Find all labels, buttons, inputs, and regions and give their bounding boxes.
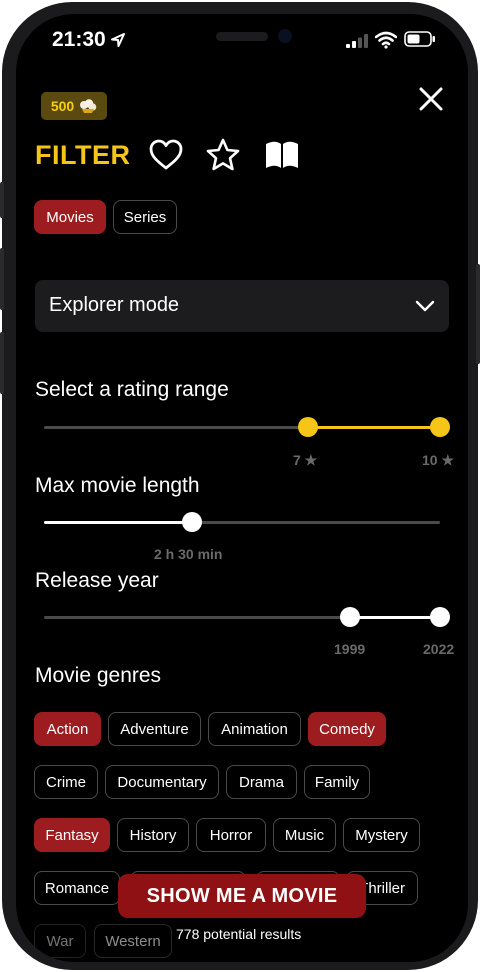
coins-badge[interactable]: 500	[41, 92, 107, 120]
show-movie-button[interactable]: SHOW ME A MOVIE	[118, 874, 366, 918]
rating-title: Select a rating range	[35, 378, 229, 401]
year-min-handle[interactable]	[340, 607, 360, 627]
power-button	[476, 264, 480, 364]
year-max-label: 2022	[423, 641, 455, 657]
front-camera	[278, 29, 292, 43]
tab-movies[interactable]: Movies	[34, 200, 106, 234]
tab-movies-label: Movies	[46, 209, 94, 226]
genre-label: Documentary	[117, 774, 207, 791]
genre-chip-romance[interactable]: Romance	[34, 871, 120, 905]
genre-chip-adventure[interactable]: Adventure	[108, 712, 201, 746]
year-min-label: 1999	[334, 641, 366, 657]
genre-chip-history[interactable]: History	[117, 818, 189, 852]
genre-label: Romance	[44, 880, 110, 897]
rating-max-handle[interactable]	[430, 417, 450, 437]
length-title: Max movie length	[35, 474, 200, 497]
wifi-icon	[375, 31, 397, 49]
genre-label: Music	[284, 827, 325, 844]
year-title: Release year	[35, 569, 159, 592]
genre-label: Adventure	[120, 721, 189, 738]
rating-min-label: 7 ★	[293, 452, 318, 468]
genre-chip-mystery[interactable]: Mystery	[343, 818, 420, 852]
genre-chip-animation[interactable]: Animation	[208, 712, 301, 746]
heart-icon[interactable]	[149, 139, 183, 171]
genre-label: Drama	[238, 774, 284, 791]
genre-chip-western[interactable]: Western	[94, 924, 172, 958]
genre-chip-war[interactable]: War	[34, 924, 86, 958]
genre-label: Crime	[46, 774, 86, 791]
mode-dropdown[interactable]: Explorer mode	[35, 280, 449, 332]
book-icon[interactable]	[264, 140, 300, 170]
silent-switch	[0, 182, 4, 218]
genre-chip-drama[interactable]: Drama	[226, 765, 297, 799]
genre-chip-comedy[interactable]: Comedy	[308, 712, 386, 746]
genre-label: War	[46, 933, 74, 950]
genre-label: History	[129, 827, 177, 844]
genre-chip-horror[interactable]: Horror	[196, 818, 266, 852]
genre-label: Animation	[221, 721, 288, 738]
results-count: 778 potential results	[176, 926, 302, 942]
page-title: FILTER	[35, 140, 131, 170]
show-movie-label: SHOW ME A MOVIE	[146, 884, 338, 907]
year-fill	[350, 616, 440, 619]
star-icon[interactable]	[206, 138, 240, 172]
genre-chip-family[interactable]: Family	[304, 765, 370, 799]
genre-label: Fantasy	[45, 827, 99, 844]
genres-title: Movie genres	[35, 664, 162, 687]
chevron-down-icon	[415, 300, 435, 312]
year-max-handle[interactable]	[430, 607, 450, 627]
genre-label: Thriller	[359, 880, 405, 897]
genre-label: Mystery	[355, 827, 408, 844]
volume-up-button	[0, 248, 4, 310]
rating-min-handle[interactable]	[298, 417, 318, 437]
rating-max-label: 10 ★	[422, 452, 455, 468]
phone-frame: 21:30 500 FILTER Movies Series Explorer …	[0, 2, 480, 970]
genre-chip-action[interactable]: Action	[34, 712, 101, 746]
speaker-notch	[216, 32, 268, 41]
mode-dropdown-value: Explorer mode	[49, 294, 180, 316]
genre-chip-documentary[interactable]: Documentary	[105, 765, 219, 799]
length-fill	[44, 521, 192, 524]
genre-label: Horror	[209, 827, 253, 844]
length-label: 2 h 30 min	[154, 546, 223, 562]
popcorn-icon	[80, 99, 97, 113]
location-arrow-icon	[111, 33, 125, 47]
length-handle[interactable]	[182, 512, 202, 532]
genre-label: Family	[314, 774, 360, 791]
volume-down-button	[0, 332, 4, 394]
genre-chip-music[interactable]: Music	[273, 818, 336, 852]
tab-series[interactable]: Series	[113, 200, 177, 234]
rating-fill	[308, 426, 440, 429]
battery-icon	[404, 31, 435, 47]
genre-label: Action	[46, 721, 89, 738]
genre-label: Western	[105, 933, 161, 950]
tab-series-label: Series	[123, 209, 167, 226]
coins-count: 500	[50, 98, 75, 114]
genre-label: Comedy	[319, 721, 375, 738]
genre-chip-crime[interactable]: Crime	[34, 765, 98, 799]
close-icon[interactable]	[416, 84, 446, 114]
status-time: 21:30	[52, 28, 106, 51]
signal-icon	[346, 34, 368, 48]
genre-chip-fantasy[interactable]: Fantasy	[34, 818, 110, 852]
screen: 21:30 500 FILTER Movies Series Explorer …	[16, 14, 468, 962]
